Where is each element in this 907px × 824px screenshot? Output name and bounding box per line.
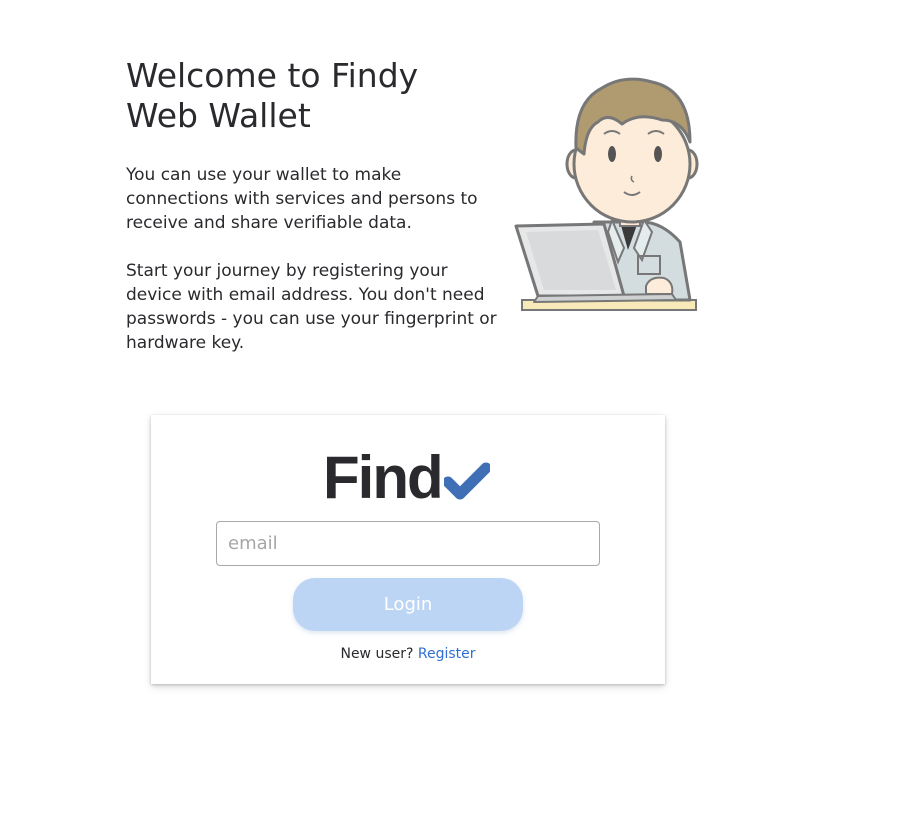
register-link[interactable]: Register	[418, 646, 476, 662]
findy-logo: Find	[323, 444, 490, 511]
person-at-laptop-illustration	[514, 77, 699, 311]
page-title: Welcome to Findy Web Wallet	[126, 56, 419, 135]
email-input[interactable]	[216, 521, 600, 566]
login-button[interactable]: Login	[293, 578, 523, 631]
intro-paragraph-journey: Start your journey by registering your d…	[126, 261, 497, 353]
new-user-text: New user?	[340, 646, 414, 662]
intro-paragraph-wallet: You can use your wallet to make connecti…	[126, 165, 478, 233]
checkmark-icon	[443, 462, 490, 500]
register-prompt: New user? Register	[151, 645, 665, 663]
login-card: Find Login New user? Register	[151, 415, 665, 684]
logo-wordmark: Find	[323, 444, 444, 511]
